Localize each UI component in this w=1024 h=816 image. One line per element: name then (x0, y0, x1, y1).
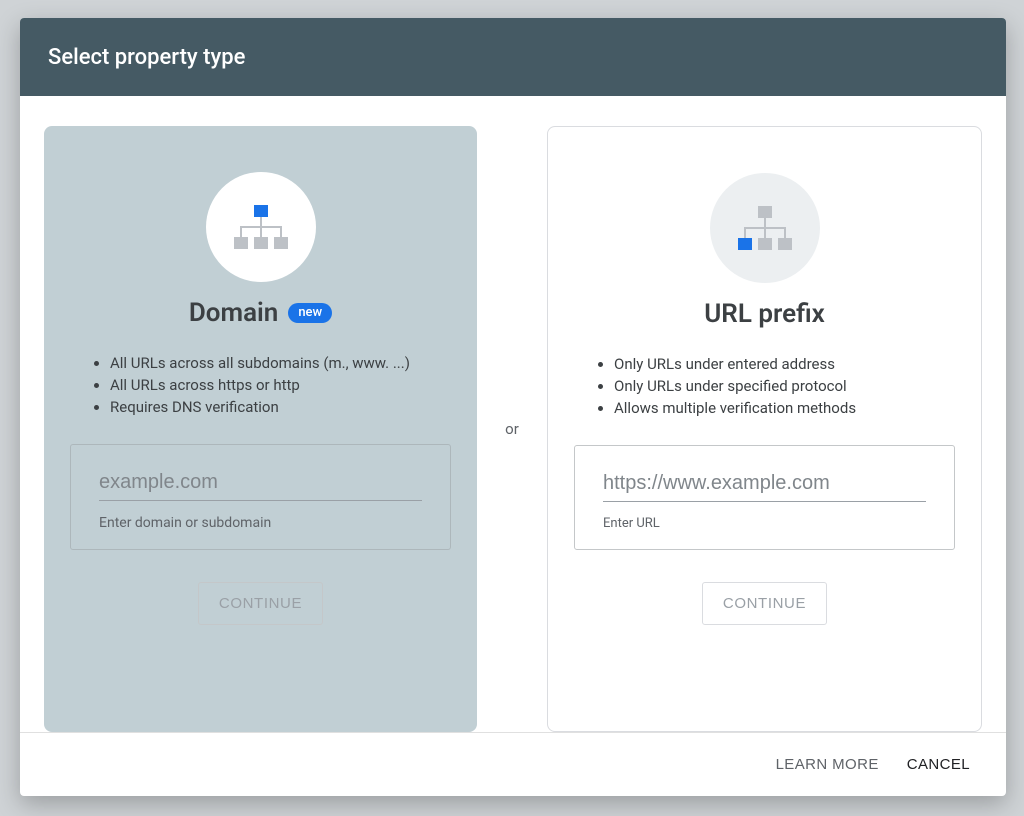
url-prefix-card[interactable]: URL prefix Only URLs under entered addre… (547, 126, 982, 732)
domain-input-wrap: Enter domain or subdomain (70, 444, 451, 550)
domain-input[interactable] (99, 467, 422, 501)
domain-icon-circle (206, 172, 316, 282)
dialog-title: Select property type (48, 45, 245, 70)
domain-bullet: All URLs across https or http (110, 376, 439, 394)
url-prefix-bullet: Only URLs under specified protocol (614, 377, 943, 395)
domain-bullet: Requires DNS verification (110, 398, 439, 416)
domain-card-title: Domain (189, 298, 278, 328)
learn-more-button[interactable]: LEARN MORE (776, 756, 879, 773)
domain-card-title-row: Domain new (189, 298, 332, 328)
sitemap-icon (232, 205, 290, 249)
domain-input-helper: Enter domain or subdomain (99, 515, 422, 531)
url-prefix-card-title-row: URL prefix (704, 299, 825, 329)
url-prefix-continue-button[interactable]: CONTINUE (702, 582, 827, 625)
dialog-header: Select property type (20, 18, 1006, 96)
url-prefix-bullets: Only URLs under entered address Only URL… (574, 351, 955, 421)
new-badge: new (288, 303, 332, 323)
dialog-footer: LEARN MORE CANCEL (20, 732, 1006, 796)
select-property-type-dialog: Select property type Domain new All URLs… (20, 18, 1006, 796)
domain-card[interactable]: Domain new All URLs across all subdomain… (44, 126, 477, 732)
url-prefix-bullet: Only URLs under entered address (614, 355, 943, 373)
card-separator: or (495, 126, 529, 732)
url-prefix-card-title: URL prefix (704, 299, 825, 329)
dialog-body: Domain new All URLs across all subdomain… (20, 96, 1006, 732)
url-prefix-icon-circle (710, 173, 820, 283)
cancel-button[interactable]: CANCEL (907, 756, 970, 773)
url-prefix-input-helper: Enter URL (603, 516, 926, 531)
url-prefix-input[interactable] (603, 468, 926, 502)
url-prefix-bullet: Allows multiple verification methods (614, 399, 943, 417)
sitemap-icon (736, 206, 794, 250)
domain-continue-button[interactable]: CONTINUE (198, 582, 323, 625)
url-prefix-input-wrap: Enter URL (574, 445, 955, 550)
domain-bullets: All URLs across all subdomains (m., www.… (70, 350, 451, 420)
domain-bullet: All URLs across all subdomains (m., www.… (110, 354, 439, 372)
